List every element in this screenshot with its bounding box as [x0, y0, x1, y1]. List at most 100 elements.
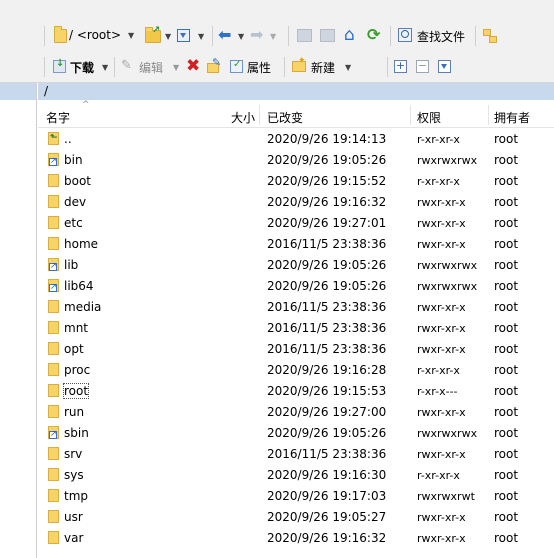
rename-button[interactable]: ✎: [207, 56, 222, 74]
file-row[interactable]: lib64 2020/9/26 19:05:26 rwxrwxrwx root: [38, 276, 554, 297]
column-name-header[interactable]: 名字: [46, 109, 70, 126]
file-modified: 2020/9/26 19:27:00: [267, 405, 387, 419]
file-row[interactable]: opt 2016/11/5 23:38:36 rwxr-xr-x root: [38, 339, 554, 360]
file-row[interactable]: tmp 2020/9/26 19:17:03 rwxrwxrwt root: [38, 486, 554, 507]
toolbar-separator: [44, 26, 45, 46]
file-row[interactable]: lib 2020/9/26 19:05:26 rwxrwxrwx root: [38, 255, 554, 276]
open-directory-button[interactable]: ↗ ▼: [143, 25, 173, 45]
file-row[interactable]: usr 2020/9/26 19:05:27 rwxr-xr-x root: [38, 507, 554, 528]
file-permissions: r-xr-xr-x: [417, 469, 460, 482]
column-divider[interactable]: [410, 105, 411, 125]
unselect-all-icon[interactable]: −: [416, 60, 429, 73]
file-modified: 2020/9/26 19:05:26: [267, 426, 387, 440]
edit-label: 编辑: [139, 61, 164, 75]
edit-button[interactable]: ✎ 编辑 ▼: [121, 58, 181, 76]
file-permissions: rwxr-xr-x: [417, 301, 466, 314]
file-row[interactable]: media 2016/11/5 23:38:36 rwxr-xr-x root: [38, 297, 554, 318]
file-row[interactable]: root 2020/9/26 19:15:53 r-xr-x--- root: [38, 381, 554, 402]
remote-path-bar[interactable]: /: [38, 83, 554, 100]
forward-button[interactable]: ➡ ▼: [250, 25, 280, 45]
file-row[interactable]: mnt 2016/11/5 23:38:36 rwxr-xr-x root: [38, 318, 554, 339]
sort-arrow-icon: ^: [82, 100, 90, 110]
chevron-down-icon[interactable]: ▼: [173, 63, 179, 72]
root-directory-icon[interactable]: [320, 29, 335, 42]
file-row[interactable]: run 2020/9/26 19:27:00 rwxr-xr-x root: [38, 402, 554, 423]
file-permissions: r-xr-xr-x: [417, 175, 460, 188]
column-size-header[interactable]: 大小: [231, 109, 255, 126]
file-name: lib: [64, 258, 79, 272]
column-owner-header[interactable]: 拥有者: [494, 109, 530, 126]
file-row[interactable]: proc 2020/9/26 19:16:28 r-xr-xr-x root: [38, 360, 554, 381]
file-name: etc: [64, 216, 83, 230]
back-button[interactable]: ⬅ ▼: [218, 25, 248, 45]
column-permissions-header[interactable]: 权限: [417, 109, 441, 126]
chevron-down-icon[interactable]: ▼: [238, 32, 244, 41]
file-modified: 2016/11/5 23:38:36: [267, 321, 387, 335]
toolbar-separator: [387, 57, 388, 77]
file-row[interactable]: sys 2020/9/26 19:16:30 r-xr-xr-x root: [38, 465, 554, 486]
folder-link-icon: [48, 279, 59, 292]
column-divider[interactable]: [259, 105, 260, 125]
chevron-down-icon[interactable]: ▼: [198, 32, 204, 41]
file-row[interactable]: dev 2020/9/26 19:16:32 rwxr-xr-x root: [38, 192, 554, 213]
find-files-button[interactable]: 查找文件: [397, 27, 471, 45]
file-owner: root: [494, 363, 519, 377]
search-icon: [398, 28, 412, 42]
file-row[interactable]: sbin 2020/9/26 19:05:26 rwxrwxrwx root: [38, 423, 554, 444]
file-permissions: r-xr-xr-x: [417, 364, 460, 377]
chevron-down-icon[interactable]: ▼: [165, 32, 171, 41]
toolbar-separator: [114, 57, 115, 77]
file-row[interactable]: bin 2020/9/26 19:05:26 rwxrwxrwx root: [38, 150, 554, 171]
file-owner: root: [494, 300, 519, 314]
filter-icon: [177, 29, 190, 42]
toolbar-actions: ↓ 下载 ▼ ✎ 编辑 ▼ ✖ ✎ ✓ 属性 ✦ 新建 ▼ + −: [0, 52, 554, 83]
folder-icon: [48, 321, 59, 334]
new-folder-icon: ✦: [292, 56, 306, 72]
file-name: run: [64, 405, 85, 419]
column-modified-header[interactable]: 已改变: [267, 109, 303, 126]
filter-selection-icon[interactable]: [438, 60, 451, 73]
path-combo[interactable]: / <root> ▼: [52, 26, 138, 45]
chevron-down-icon[interactable]: ▼: [102, 63, 108, 72]
toolbar-separator: [288, 26, 289, 46]
file-row[interactable]: ⬑.. 2020/9/26 19:14:13 r-xr-xr-x root: [38, 129, 554, 150]
remote-file-pane[interactable]: / 名字 ^ 大小 已改变 权限 拥有者 ⬑.. 2020/9/26 19:14:…: [38, 83, 554, 558]
refresh-icon[interactable]: ⟳: [367, 25, 380, 44]
file-row[interactable]: srv 2016/11/5 23:38:36 rwxr-xr-x root: [38, 444, 554, 465]
parent-directory-icon[interactable]: [297, 29, 312, 42]
file-modified: 2020/9/26 19:14:13: [267, 132, 387, 146]
file-name: srv: [64, 447, 83, 461]
file-row[interactable]: boot 2020/9/26 19:15:52 r-xr-xr-x root: [38, 171, 554, 192]
new-button[interactable]: ✦ 新建 ▼: [291, 56, 355, 76]
home-icon[interactable]: ⌂: [344, 25, 355, 45]
file-permissions: rwxrwxrwx: [417, 154, 478, 167]
chevron-down-icon[interactable]: ▼: [270, 32, 276, 41]
properties-button[interactable]: ✓ 属性: [229, 58, 281, 76]
file-row[interactable]: var 2020/9/26 19:16:32 rwxr-xr-x root: [38, 528, 554, 549]
chevron-down-icon[interactable]: ▼: [345, 63, 351, 72]
file-owner: root: [494, 321, 519, 335]
file-modified: 2020/9/26 19:15:52: [267, 174, 387, 188]
select-all-icon[interactable]: +: [394, 60, 407, 73]
find-files-label: 查找文件: [417, 30, 466, 44]
file-permissions: rwxr-xr-x: [417, 406, 466, 419]
download-button[interactable]: ↓ 下载 ▼: [52, 58, 110, 76]
file-owner: root: [494, 426, 519, 440]
filter-button[interactable]: ▼: [176, 27, 206, 45]
file-name: sys: [64, 468, 84, 482]
local-pane[interactable]: [0, 83, 37, 558]
file-modified: 2020/9/26 19:16:28: [267, 363, 387, 377]
file-name: usr: [64, 510, 83, 524]
delete-icon[interactable]: ✖: [186, 56, 200, 76]
path-combo-value: / <root>: [69, 28, 122, 42]
file-owner: root: [494, 258, 519, 272]
parent-directory-icon: ⬑: [48, 132, 59, 145]
download-icon: ↓: [53, 58, 66, 73]
folder-link-icon: [48, 153, 59, 166]
file-modified: 2020/9/26 19:05:27: [267, 510, 387, 524]
directory-tree-button[interactable]: [483, 29, 497, 43]
column-divider[interactable]: [488, 105, 489, 125]
file-row[interactable]: etc 2020/9/26 19:27:01 rwxr-xr-x root: [38, 213, 554, 234]
file-row[interactable]: home 2016/11/5 23:38:36 rwxr-xr-x root: [38, 234, 554, 255]
chevron-down-icon[interactable]: ▼: [128, 31, 134, 40]
